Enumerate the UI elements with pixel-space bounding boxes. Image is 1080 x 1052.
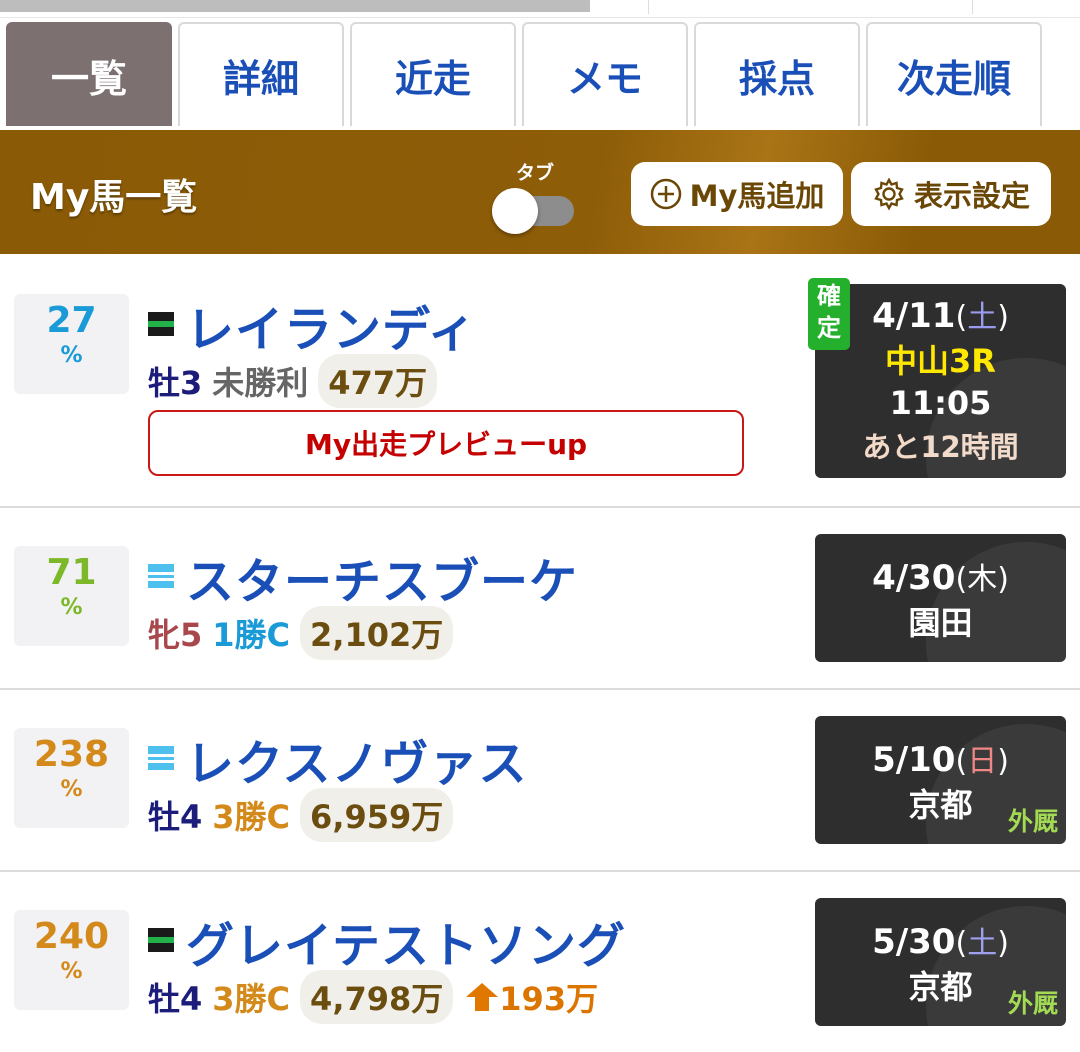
- next-race-card[interactable]: 4/11(土) 中山3R 11:05 あと12時間: [815, 284, 1066, 478]
- index-percent-value: 71: [46, 552, 97, 593]
- index-percent-unit: %: [60, 777, 83, 802]
- display-settings-button[interactable]: 表示設定: [851, 162, 1051, 226]
- horse-name[interactable]: スターチスブーケ: [186, 542, 578, 612]
- silks-icon: [148, 746, 174, 770]
- race-weekday: 土: [967, 926, 998, 961]
- race-date: 4/30(木): [872, 558, 1009, 598]
- next-race-card[interactable]: 4/30(木) 園田: [815, 534, 1066, 662]
- race-venue: 京都: [908, 968, 973, 1006]
- index-percent-box: 27 %: [14, 294, 129, 394]
- divider: [648, 0, 649, 14]
- tab-toggle-knob[interactable]: [492, 188, 538, 234]
- horse-info: 牡3 未勝利 477万: [148, 354, 438, 408]
- race-venue: 京都: [908, 786, 973, 824]
- race-date-value: 5/30: [872, 922, 956, 962]
- tab-recent-races[interactable]: 近走: [350, 22, 516, 126]
- horse-row[interactable]: 27 % レイランディ 牡3 未勝利 477万 My出走プレビューup 4/11…: [0, 254, 1080, 508]
- horse-name[interactable]: グレイテストソング: [186, 906, 626, 976]
- outside-stable-label: 外厩: [1007, 989, 1058, 1018]
- race-date-value: 4/11: [872, 296, 956, 336]
- tab-detail[interactable]: 詳細: [178, 22, 344, 126]
- race-class: 未勝利: [212, 364, 309, 402]
- confirmed-badge: 確定: [808, 278, 850, 350]
- scroll-progress-bar: [0, 0, 590, 12]
- prize-money: 6,959万: [300, 788, 454, 842]
- next-race-card[interactable]: 5/30(土) 京都 外厩: [815, 898, 1066, 1026]
- silks-icon: [148, 564, 174, 588]
- tab-list[interactable]: 一覧: [6, 22, 172, 126]
- race-class: 3勝C: [212, 798, 291, 836]
- outside-stable-label: 外厩: [1007, 807, 1058, 836]
- race-date-value: 4/30: [872, 558, 956, 598]
- race-class: 1勝C: [212, 616, 291, 654]
- horse-info: 牝5 1勝C 2,102万: [148, 606, 454, 660]
- race-date: 5/30(土): [872, 922, 1009, 962]
- tab-score[interactable]: 採点: [694, 22, 860, 126]
- horse-info: 牡4 3勝C 6,959万: [148, 788, 454, 842]
- add-horse-button[interactable]: My馬追加: [631, 162, 843, 226]
- plus-circle-icon: [650, 178, 681, 210]
- index-percent-value: 27: [46, 300, 97, 341]
- confirmed-label: 確定: [817, 282, 841, 342]
- silks-icon: [148, 312, 174, 336]
- race-weekday: 土: [967, 300, 998, 335]
- header-band: My馬一覧 タブ My馬追加 表示設定: [0, 130, 1080, 254]
- prize-money: 2,102万: [300, 606, 454, 660]
- index-percent-box: 240 %: [14, 910, 129, 1010]
- tab-memo[interactable]: メモ: [522, 22, 688, 126]
- race-date: 4/11(土): [872, 296, 1009, 336]
- arrow-up-icon: [466, 983, 499, 1011]
- prize-money: 4,798万: [300, 970, 454, 1024]
- horse-name[interactable]: レクスノヴァス: [186, 724, 528, 794]
- toggle-label: タブ: [516, 162, 555, 184]
- page-title: My馬一覧: [30, 177, 198, 218]
- sex-age: 牡4: [148, 798, 203, 836]
- sex-age: 牡3: [148, 364, 203, 402]
- horse-row[interactable]: 71 % スターチスブーケ 牝5 1勝C 2,102万 4/30(木) 園田: [0, 508, 1080, 690]
- add-horse-label: My馬追加: [689, 179, 825, 213]
- tab-bar: 一覧 詳細 近走 メモ 採点 次走順: [0, 18, 1080, 130]
- race-venue: 園田: [908, 604, 973, 642]
- horse-row[interactable]: 240 % グレイテストソング 牡4 3勝C 4,798万 193万 5/30(…: [0, 872, 1080, 1052]
- prize-increase-value: 193万: [499, 980, 599, 1018]
- prize-money: 477万: [318, 354, 438, 408]
- race-weekday: 木: [967, 562, 998, 597]
- index-percent-unit: %: [60, 595, 83, 620]
- horse-name[interactable]: レイランディ: [186, 290, 477, 360]
- index-percent-box: 238 %: [14, 728, 129, 828]
- tab-next-race-order[interactable]: 次走順: [866, 22, 1042, 126]
- race-time: 11:05: [889, 384, 992, 422]
- time-remaining: あと12時間: [862, 430, 1019, 464]
- race-date: 5/10(日): [872, 740, 1009, 780]
- index-percent-box: 71 %: [14, 546, 129, 646]
- prize-increase: 193万: [465, 974, 598, 1020]
- sex-age: 牝5: [148, 616, 203, 654]
- index-percent-value: 240: [33, 916, 110, 957]
- display-settings-label: 表示設定: [913, 179, 1030, 213]
- preview-button[interactable]: My出走プレビューup: [148, 410, 744, 476]
- top-strip: [0, 0, 1080, 18]
- race-class: 3勝C: [212, 980, 291, 1018]
- race-date-value: 5/10: [872, 740, 956, 780]
- silks-icon: [148, 928, 174, 952]
- gear-icon: [874, 177, 904, 211]
- index-percent-value: 238: [33, 734, 110, 775]
- sex-age: 牡4: [148, 980, 203, 1018]
- race-weekday: 日: [967, 744, 998, 779]
- next-race-card[interactable]: 5/10(日) 京都 外厩: [815, 716, 1066, 844]
- race-venue: 中山3R: [885, 342, 996, 380]
- horse-row[interactable]: 238 % レクスノヴァス 牡4 3勝C 6,959万 5/10(日) 京都 外…: [0, 690, 1080, 872]
- horse-info: 牡4 3勝C 4,798万 193万: [148, 970, 598, 1024]
- divider: [972, 0, 973, 14]
- index-percent-unit: %: [60, 959, 83, 984]
- index-percent-unit: %: [60, 343, 83, 368]
